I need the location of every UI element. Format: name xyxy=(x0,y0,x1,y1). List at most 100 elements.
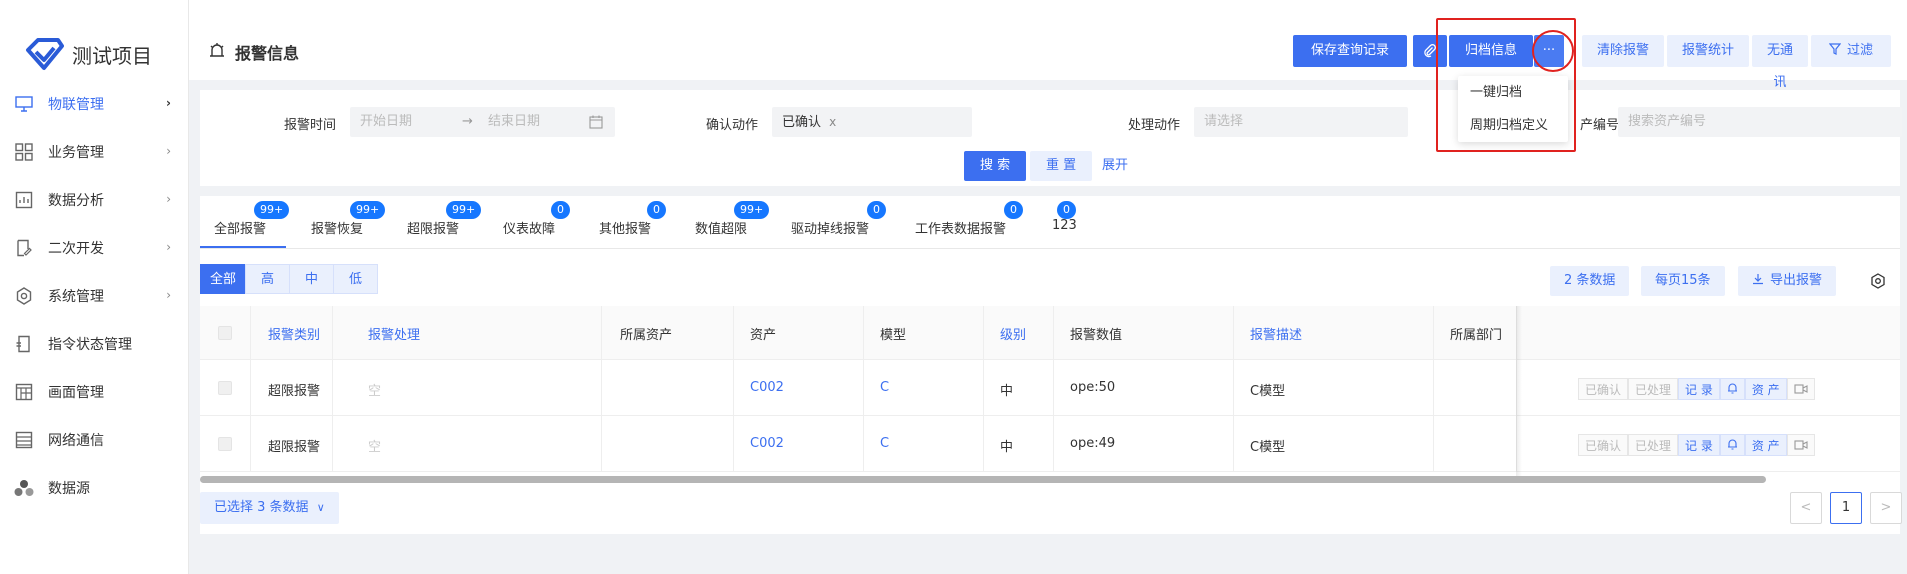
tab-label: 全部报警 xyxy=(214,222,267,237)
end-date-input[interactable]: 结束日期 xyxy=(488,107,540,137)
cell-model-link[interactable]: C xyxy=(880,436,889,451)
sidebar-item-network[interactable]: 网络通信 xyxy=(0,420,189,460)
export-alarm-button[interactable]: 导出报警 xyxy=(1738,266,1837,296)
data-count-button[interactable]: 2 条数据 xyxy=(1550,266,1630,296)
cell-level: 中 xyxy=(1000,440,1014,455)
asset-button[interactable]: 资 产 xyxy=(1744,378,1787,400)
sidebar-item-system[interactable]: 系统管理 › xyxy=(0,276,189,316)
prev-page-button[interactable]: < xyxy=(1790,492,1822,524)
sidebar-item-iot[interactable]: 物联管理 › xyxy=(0,84,189,124)
confirmed-button[interactable]: 已确认 xyxy=(1578,378,1629,400)
record-button[interactable]: 记 录 xyxy=(1678,434,1720,456)
tab-badge: 99+ xyxy=(350,201,386,219)
app-logo[interactable]: 测试项目 xyxy=(24,36,152,72)
tab-123[interactable]: 123 xyxy=(1052,218,1077,233)
horizontal-scrollbar[interactable] xyxy=(200,476,1766,483)
tab-other-alarms[interactable]: 其他报警 xyxy=(599,218,651,237)
level-filter-high[interactable]: 高 xyxy=(245,264,290,294)
page-1-button[interactable]: 1 xyxy=(1830,492,1862,524)
asset-button[interactable]: 资 产 xyxy=(1744,434,1787,456)
cell-value: ope:49 xyxy=(1070,436,1116,451)
tab-label: 报警恢复 xyxy=(311,222,364,237)
row-checkbox[interactable] xyxy=(218,437,232,451)
bell-button[interactable] xyxy=(1719,378,1745,400)
bell-button[interactable] xyxy=(1719,434,1745,456)
tabs-divider xyxy=(200,248,1900,249)
column-header[interactable]: 报警处理 xyxy=(368,324,420,343)
selected-count-dropdown[interactable]: 已选择 3 条数据 ∨ xyxy=(200,492,339,524)
sidebar-item-screen[interactable]: 画面管理 xyxy=(0,372,189,412)
reset-button[interactable]: 重 置 xyxy=(1030,151,1093,181)
level-filter-medium[interactable]: 中 xyxy=(289,264,334,294)
level-filter-all[interactable]: 全部 xyxy=(200,264,246,294)
layout-icon xyxy=(14,382,34,402)
tab-alarm-recovery[interactable]: 报警恢复 xyxy=(311,218,363,237)
sidebar-item-dev[interactable]: 二次开发 › xyxy=(0,228,189,268)
chevron-right-icon: › xyxy=(166,144,171,158)
no-comm-button[interactable]: 无通讯 xyxy=(1752,35,1808,90)
cell-category: 超限报警 xyxy=(268,384,321,399)
app-title: 测试项目 xyxy=(72,43,152,68)
sidebar-item-datasource[interactable]: 数据源 xyxy=(0,468,189,508)
cell-description: C模型 xyxy=(1250,440,1286,455)
table-row[interactable]: 超限报警 空 C002 C 中 ope:49 C模型 已确认 已处理 记 录 资… xyxy=(200,416,1900,472)
search-button[interactable]: 搜 索 xyxy=(964,151,1027,181)
clear-alarm-button[interactable]: 清除报警 xyxy=(1582,35,1664,67)
cell-asset-link[interactable]: C002 xyxy=(750,380,784,395)
column-header[interactable]: 报警描述 xyxy=(1250,324,1302,343)
table-row[interactable]: 超限报警 空 C002 C 中 ope:50 C模型 已确认 已处理 记 录 资… xyxy=(200,360,1900,416)
select-all-checkbox[interactable] xyxy=(218,326,232,340)
tab-badge: 0 xyxy=(867,201,886,219)
cluster-icon xyxy=(14,478,34,498)
next-page-button[interactable]: > xyxy=(1870,492,1902,524)
record-button[interactable]: 记 录 xyxy=(1678,378,1720,400)
cell-model-link[interactable]: C xyxy=(880,380,889,395)
calendar-icon xyxy=(589,115,603,129)
expand-link[interactable]: 展开 xyxy=(1096,151,1134,181)
confirm-action-select[interactable]: 已确认 x xyxy=(772,107,972,137)
filter-button[interactable]: 过滤 xyxy=(1811,35,1891,67)
selected-count-text: 已选择 3 条数据 xyxy=(214,500,309,515)
download-icon xyxy=(1753,274,1763,285)
settings-gear-icon[interactable] xyxy=(1870,273,1886,289)
level-filter-low[interactable]: 低 xyxy=(333,264,378,294)
alarm-time-label: 报警时间 xyxy=(284,118,337,133)
page-header: 报警信息 保存查询记录 归档信息 ··· 清除报警 报警统计 无通讯 过滤 xyxy=(189,0,1907,90)
grid-icon xyxy=(14,142,34,162)
handled-button[interactable]: 已处理 xyxy=(1628,378,1679,400)
handle-action-select[interactable]: 请选择 xyxy=(1194,107,1408,137)
tab-badge: 0 xyxy=(551,201,570,219)
gear-icon xyxy=(14,286,34,306)
sidebar-item-business[interactable]: 业务管理 › xyxy=(0,132,189,172)
tab-all-alarms[interactable]: 全部报警 xyxy=(214,218,266,237)
tab-meter-fault[interactable]: 仪表故障 xyxy=(503,218,555,237)
alarm-stats-button[interactable]: 报警统计 xyxy=(1667,35,1749,67)
column-header[interactable]: 级别 xyxy=(1000,324,1026,343)
sidebar-item-label: 指令状态管理 xyxy=(48,337,132,353)
sidebar: 测试项目 物联管理 › 业务管理 › 数据分析 › 二次开发 › 系统管理 › xyxy=(0,0,189,574)
tab-value-over-limit[interactable]: 数值超限 xyxy=(695,218,747,237)
list-icon xyxy=(14,430,34,450)
per-page-button[interactable]: 每页15条 xyxy=(1641,266,1725,296)
asset-code-input[interactable]: 搜索资产编号 xyxy=(1618,107,1902,137)
sidebar-item-analytics[interactable]: 数据分析 › xyxy=(0,180,189,220)
cell-asset-link[interactable]: C002 xyxy=(750,436,784,451)
tab-worksheet-alarm[interactable]: 工作表数据报警 xyxy=(915,218,1006,237)
sidebar-item-command[interactable]: 指令状态管理 xyxy=(0,324,189,364)
column-header: 所属部门 xyxy=(1450,328,1503,343)
cell-level: 中 xyxy=(1000,384,1014,399)
logo-icon xyxy=(26,38,64,70)
tab-driver-offline[interactable]: 驱动掉线报警 xyxy=(791,218,869,237)
tab-badge: 0 xyxy=(647,201,666,219)
alarm-time-range-input[interactable]: 开始日期 → 结束日期 xyxy=(350,107,615,137)
video-button[interactable] xyxy=(1786,434,1815,456)
handled-button[interactable]: 已处理 xyxy=(1628,434,1679,456)
clear-tag-icon[interactable]: x xyxy=(829,115,836,129)
confirmed-button[interactable]: 已确认 xyxy=(1578,434,1629,456)
save-query-button[interactable]: 保存查询记录 xyxy=(1293,35,1407,67)
tab-over-limit[interactable]: 超限报警 xyxy=(407,218,459,237)
row-checkbox[interactable] xyxy=(218,381,232,395)
column-header[interactable]: 报警类别 xyxy=(268,324,320,343)
start-date-input[interactable]: 开始日期 xyxy=(360,114,412,129)
video-button[interactable] xyxy=(1786,378,1815,400)
